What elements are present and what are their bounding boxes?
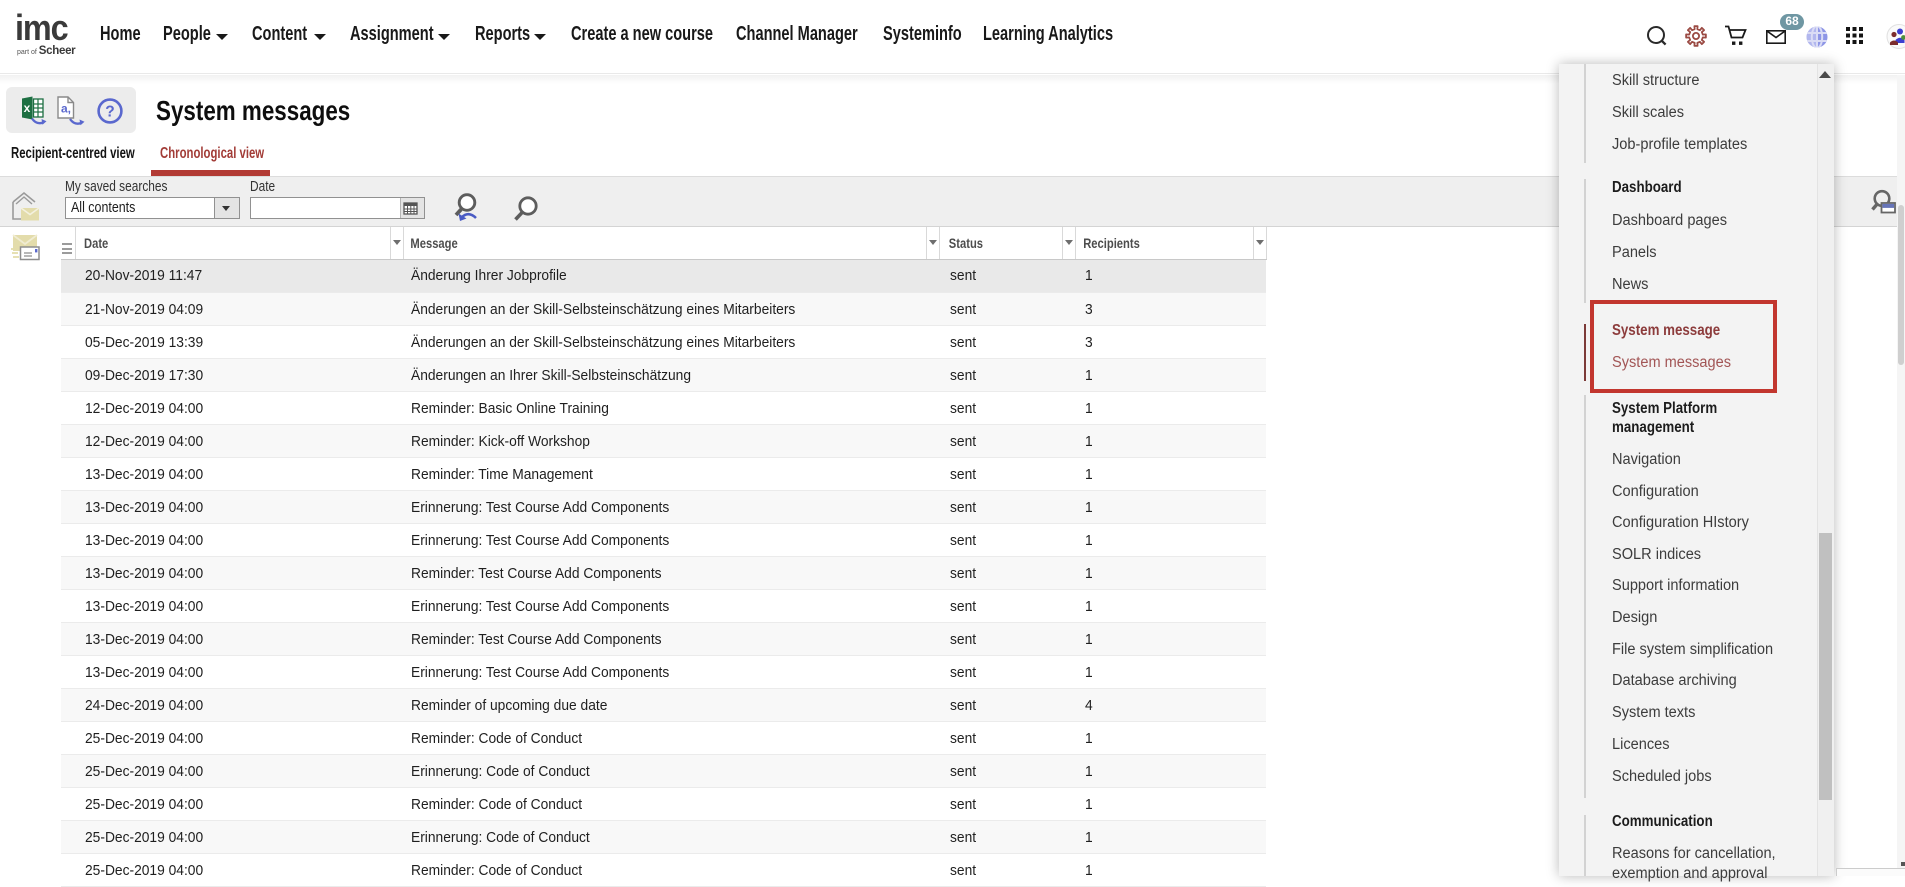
svg-text:a,: a,	[61, 102, 71, 116]
svg-text:?: ?	[105, 104, 114, 121]
svg-text:x: x	[24, 101, 31, 115]
